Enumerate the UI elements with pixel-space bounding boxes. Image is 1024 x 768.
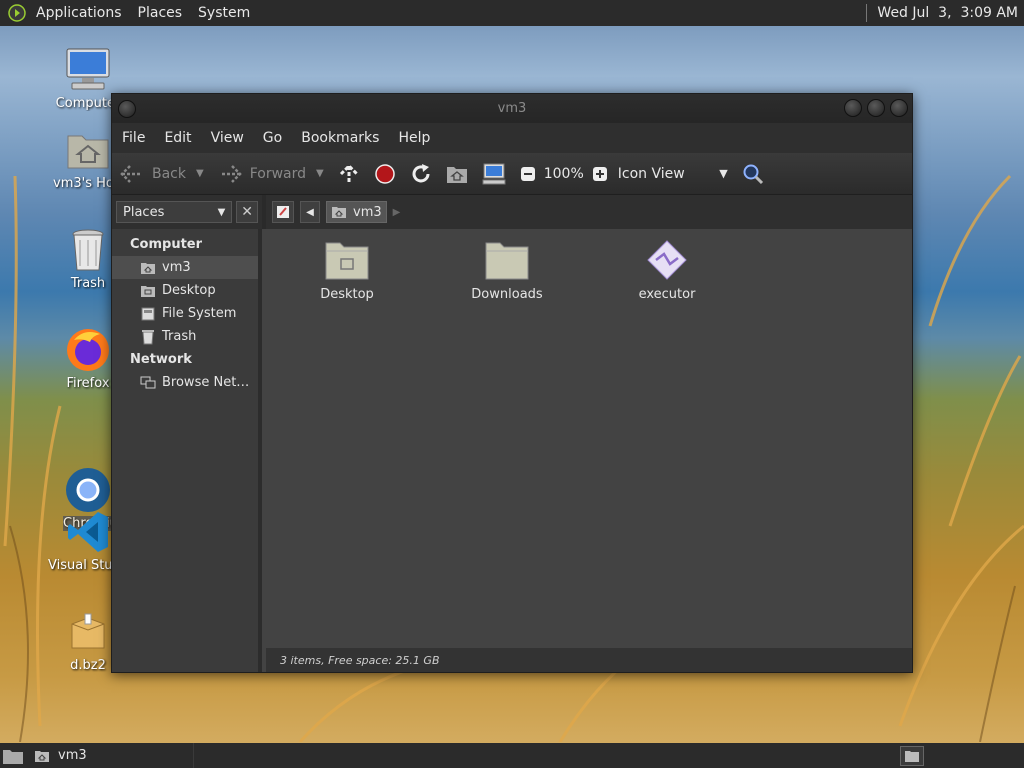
forward-button[interactable]: Forward <box>218 164 306 184</box>
menu-edit[interactable]: Edit <box>164 130 201 146</box>
trash-icon <box>72 229 104 271</box>
menu-places[interactable]: Places <box>130 0 191 26</box>
close-sidebar-button[interactable]: ✕ <box>236 201 258 223</box>
menubar: File Edit View Go Bookmarks Help <box>112 123 912 153</box>
chromium-icon <box>66 468 110 512</box>
zoom-out-icon <box>520 166 535 181</box>
menu-system[interactable]: System <box>190 0 258 26</box>
reload-icon <box>412 163 430 182</box>
menu-help[interactable]: Help <box>398 130 440 146</box>
sidebar-item-trash[interactable]: Trash <box>112 325 258 348</box>
path-forward-arrow[interactable]: ▶ <box>393 207 401 218</box>
menu-bookmarks[interactable]: Bookmarks <box>301 130 389 146</box>
file-item-desktop[interactable]: Desktop <box>292 239 402 302</box>
maximize-button[interactable] <box>867 99 885 117</box>
applications-logo-icon[interactable] <box>8 4 26 22</box>
location-bar: Places ▼ ✕ ◀ vm3 ▶ <box>112 195 912 229</box>
desktop-icon <box>141 285 155 297</box>
sidebar-group-network: Network <box>130 352 192 367</box>
bottom-panel: vm3 <box>0 743 1024 768</box>
window-title: vm3 <box>497 101 527 116</box>
reload-button[interactable] <box>410 163 432 185</box>
file-item-downloads[interactable]: Downloads <box>452 239 562 302</box>
search-button[interactable] <box>742 163 764 185</box>
archive-icon <box>71 613 105 649</box>
back-history-dropdown[interactable]: ▼ <box>196 168 204 179</box>
folder-icon <box>485 242 529 280</box>
forward-history-dropdown[interactable]: ▼ <box>316 168 324 179</box>
file-manager-window: vm3 File Edit View Go Bookmarks Help Bac… <box>111 93 913 673</box>
breadcrumb-vm3[interactable]: vm3 <box>326 201 387 223</box>
search-icon <box>743 164 763 184</box>
sidebar-item-desktop[interactable]: Desktop <box>112 279 258 302</box>
top-panel: Applications Places System Wed Jul 3, 3:… <box>0 0 1024 26</box>
toolbar: Back ▼ Forward ▼ 100% Icon View ▼ <box>112 153 912 195</box>
view-mode-select[interactable]: Icon View ▼ <box>618 166 728 182</box>
sidebar-item-file-system[interactable]: File System <box>112 302 258 325</box>
back-arrow-icon <box>120 164 142 183</box>
executable-icon <box>647 240 687 280</box>
network-icon <box>140 376 156 388</box>
close-button[interactable] <box>890 99 908 117</box>
home-icon <box>141 262 155 274</box>
sidebar-group-computer: Computer <box>130 237 203 252</box>
home-folder-icon <box>332 207 346 218</box>
zoom-out-button[interactable] <box>520 166 536 182</box>
trash-icon <box>142 329 154 344</box>
clock[interactable]: Wed Jul 3, 3:09 AM <box>877 5 1018 21</box>
computer-button[interactable] <box>482 163 506 185</box>
sidebar-item-vm3[interactable]: vm3 <box>112 256 258 279</box>
path-back-arrow[interactable]: ◀ <box>300 201 320 223</box>
panel-separator <box>866 4 868 22</box>
home-button[interactable] <box>446 164 468 184</box>
menu-applications[interactable]: Applications <box>28 0 130 26</box>
edit-icon <box>277 206 289 218</box>
window-menu-button[interactable] <box>118 100 136 118</box>
up-button[interactable] <box>338 163 360 185</box>
chevron-down-icon: ▼ <box>719 167 728 180</box>
computer-icon <box>66 48 110 90</box>
taskbar-item-vm3[interactable]: vm3 <box>24 743 194 768</box>
computer-icon <box>482 163 506 184</box>
stop-icon <box>374 163 395 184</box>
stop-button[interactable] <box>374 163 396 185</box>
zoom-in-button[interactable] <box>592 166 608 182</box>
toggle-location-entry-button[interactable] <box>272 201 294 223</box>
forward-arrow-icon <box>219 164 242 183</box>
firefox-icon <box>67 329 109 371</box>
zoom-level[interactable]: 100% <box>544 166 584 182</box>
menu-view[interactable]: View <box>211 130 254 146</box>
drive-icon <box>141 307 155 320</box>
desktop-folder-icon <box>325 242 369 280</box>
home-folder-icon <box>446 166 467 183</box>
sidebar-selector[interactable]: Places ▼ <box>116 201 233 223</box>
back-button[interactable]: Back <box>120 164 186 184</box>
menu-go[interactable]: Go <box>263 130 292 146</box>
folder-icon <box>905 750 919 762</box>
up-arrow-icon <box>339 163 358 183</box>
sidebar-item-browse-network[interactable]: Browse Net… <box>112 371 258 394</box>
home-folder-icon <box>35 750 49 762</box>
file-item-executor[interactable]: executor <box>612 239 722 302</box>
workspace-switcher[interactable] <box>900 745 924 766</box>
file-view[interactable]: Desktop Downloads executor <box>262 229 912 672</box>
show-desktop-icon[interactable] <box>2 747 24 765</box>
titlebar[interactable]: vm3 <box>112 94 912 123</box>
chevron-down-icon: ▼ <box>217 206 226 218</box>
zoom-in-icon <box>592 166 607 181</box>
menu-file[interactable]: File <box>122 130 155 146</box>
minimize-button[interactable] <box>844 99 862 117</box>
sidebar: Computer vm3 Desktop File System Trash N… <box>112 229 262 672</box>
home-folder-icon <box>67 135 109 169</box>
vscode-icon <box>68 512 108 552</box>
status-bar: 3 items, Free space: 25.1 GB <box>266 648 912 672</box>
